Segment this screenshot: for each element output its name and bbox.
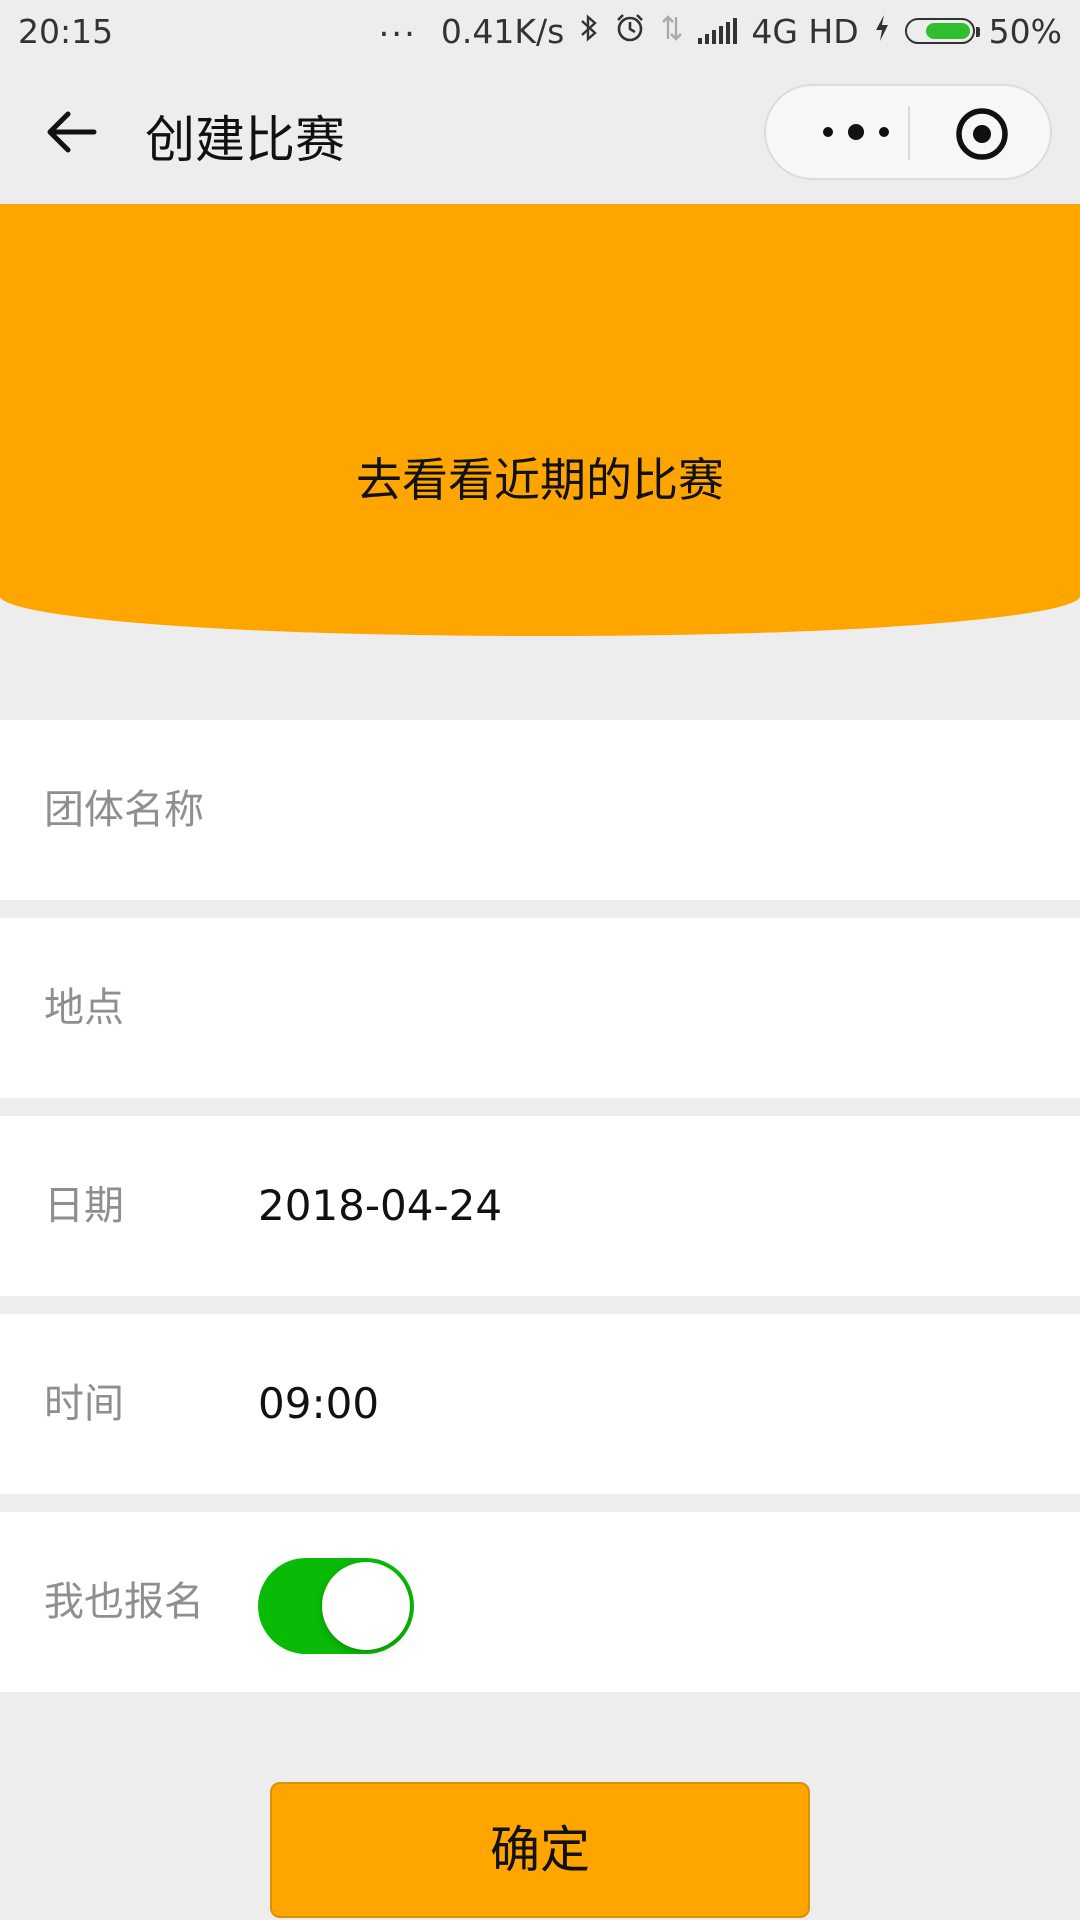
alarm-icon — [614, 12, 646, 50]
signup-toggle[interactable] — [258, 1558, 414, 1654]
date-label: 日期 — [44, 1183, 124, 1229]
time-row[interactable]: 时间 09:00 — [0, 1314, 1080, 1494]
data-arrows-icon — [660, 13, 684, 49]
time-picker[interactable]: 09:00 — [258, 1314, 379, 1494]
date-row[interactable]: 日期 2018-04-24 — [0, 1116, 1080, 1296]
close-miniprogram-button[interactable] — [954, 106, 1010, 162]
confirm-button[interactable]: 确定 — [270, 1782, 810, 1918]
more-dots-icon — [823, 124, 889, 140]
battery-icon — [904, 18, 980, 44]
nav-bar: 创建比赛 — [0, 62, 1080, 204]
battery-fill — [925, 23, 970, 39]
signup-row: 我也报名 — [0, 1512, 1080, 1692]
miniprogram-capsule — [764, 84, 1052, 180]
team-name-row[interactable]: 团体名称 — [0, 720, 1080, 900]
status-more-dots: ... — [378, 5, 417, 45]
signup-label: 我也报名 — [44, 1579, 204, 1625]
arrow-left-icon — [47, 111, 97, 153]
page-title: 创建比赛 — [145, 111, 345, 169]
battery-percent: 50% — [988, 11, 1062, 51]
location-row[interactable]: 地点 — [0, 918, 1080, 1098]
more-button[interactable] — [806, 112, 906, 152]
toggle-knob — [322, 1562, 410, 1650]
charging-icon — [873, 13, 891, 49]
network-speed: 0.41K/s — [440, 11, 565, 51]
signal-icon — [698, 18, 738, 44]
back-button[interactable] — [42, 102, 102, 162]
location-label: 地点 — [44, 985, 124, 1031]
status-bar: 20:15 ... 0.41K/s 4G HD 50% — [0, 0, 1080, 62]
team-name-label: 团体名称 — [44, 787, 204, 833]
status-indicators: ... 0.41K/s 4G HD 50% — [378, 5, 1062, 51]
recent-matches-link[interactable]: 去看看近期的比赛 — [0, 444, 1080, 510]
time-label: 时间 — [44, 1381, 124, 1427]
capsule-divider — [908, 106, 910, 160]
recent-matches-banner[interactable]: 去看看近期的比赛 — [0, 204, 1080, 636]
target-close-icon — [956, 108, 1008, 160]
bluetooth-icon — [578, 13, 600, 49]
network-type: 4G HD — [751, 11, 859, 51]
banner-background — [0, 204, 1080, 636]
date-picker[interactable]: 2018-04-24 — [258, 1116, 502, 1296]
status-time: 20:15 — [18, 11, 114, 51]
